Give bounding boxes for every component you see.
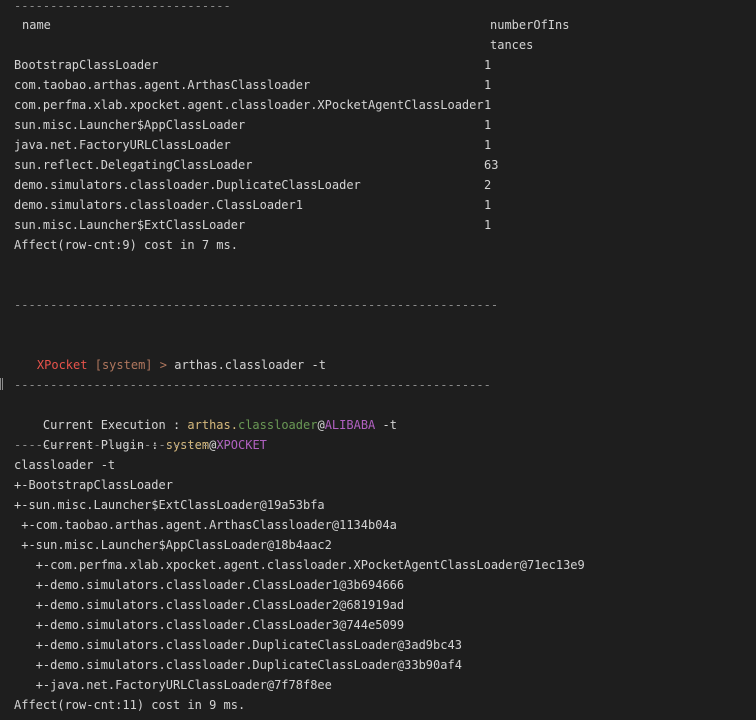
table-cell-name: sun.misc.Launcher$ExtClassLoader [14, 218, 246, 232]
table-cell-name: java.net.FactoryURLClassLoader [14, 138, 231, 152]
execution-separator: ----------------------------------------… [14, 378, 491, 392]
tree-node: +-com.perfma.xlab.xpocket.agent.classloa… [14, 558, 585, 572]
table-cell-count: 1 [484, 58, 492, 72]
table-cell-count: 1 [484, 78, 492, 92]
table-cell-count: 1 [484, 118, 492, 132]
tree-node: +-com.taobao.arthas.agent.ArthasClassloa… [14, 518, 397, 532]
tree-node: +-demo.simulators.classloader.ClassLoade… [14, 578, 405, 592]
table-cell-name: com.taobao.arthas.agent.ArthasClassloade… [14, 78, 311, 92]
section-separator: ----------------------------------------… [14, 298, 499, 312]
execution-at: @ [317, 418, 325, 432]
tree-affect-summary: Affect(row-cnt:11) cost in 9 ms. [14, 698, 246, 712]
tree-node: +-demo.simulators.classloader.DuplicateC… [14, 658, 462, 672]
tree-node: +-java.net.FactoryURLClassLoader@7f78f8e… [14, 678, 332, 692]
table-header-count-wrap: tances [490, 38, 534, 52]
scroll-marker-icon [0, 378, 3, 390]
table-header-count: numberOfIns [490, 18, 570, 32]
tree-node: +-sun.misc.Launcher$ExtClassLoader@19a53… [14, 498, 325, 512]
tree-node: +-demo.simulators.classloader.ClassLoade… [14, 598, 405, 612]
terminal-output: ------------------------------ name numb… [0, 0, 756, 720]
table-cell-name: BootstrapClassLoader [14, 58, 159, 72]
table-cell-count: 2 [484, 178, 492, 192]
command-echo: classloader -t [14, 458, 116, 472]
tree-node: +-demo.simulators.classloader.DuplicateC… [14, 638, 462, 652]
table-cell-name: sun.reflect.DelegatingClassLoader [14, 158, 253, 172]
table-cell-name: demo.simulators.classloader.DuplicateCla… [14, 178, 361, 192]
current-execution-line: Current Execution : arthas.classloader@A… [14, 395, 397, 432]
tree-node: +-BootstrapClassLoader [14, 478, 173, 492]
command-prompt[interactable]: XPocket [system] > arthas.classloader -t [8, 335, 326, 372]
prompt-arrow: > [159, 358, 167, 372]
prompt-mode: [system] [94, 358, 153, 372]
table-header-name: name [22, 18, 51, 32]
table-cell-name: demo.simulators.classloader.ClassLoader1 [14, 198, 303, 212]
table-cell-count: 1 [484, 138, 492, 152]
table-cell-name: com.perfma.xlab.xpocket.agent.classloade… [14, 98, 484, 112]
prompt-command: arthas.classloader -t [174, 358, 326, 372]
prompt-app-name: XPocket [36, 358, 88, 372]
table-top-rule: ------------------------------ [14, 0, 231, 13]
execution-flag: -t [375, 418, 397, 432]
table-affect-summary: Affect(row-cnt:9) cost in 7 ms. [14, 238, 238, 252]
execution-short-rule: ------------------------------ [14, 438, 231, 452]
tree-node: +-sun.misc.Launcher$AppClassLoader@18b4a… [14, 538, 332, 552]
table-cell-name: sun.misc.Launcher$AppClassLoader [14, 118, 246, 132]
execution-vendor: ALIBABA [324, 418, 376, 432]
table-cell-count: 1 [484, 218, 492, 232]
table-cell-count: 1 [484, 198, 492, 212]
tree-node: +-demo.simulators.classloader.ClassLoade… [14, 618, 405, 632]
table-cell-count: 63 [484, 158, 499, 172]
table-cell-count: 1 [484, 98, 492, 112]
current-plugin-line: Current Plugin : system@XPOCKET [14, 415, 267, 452]
